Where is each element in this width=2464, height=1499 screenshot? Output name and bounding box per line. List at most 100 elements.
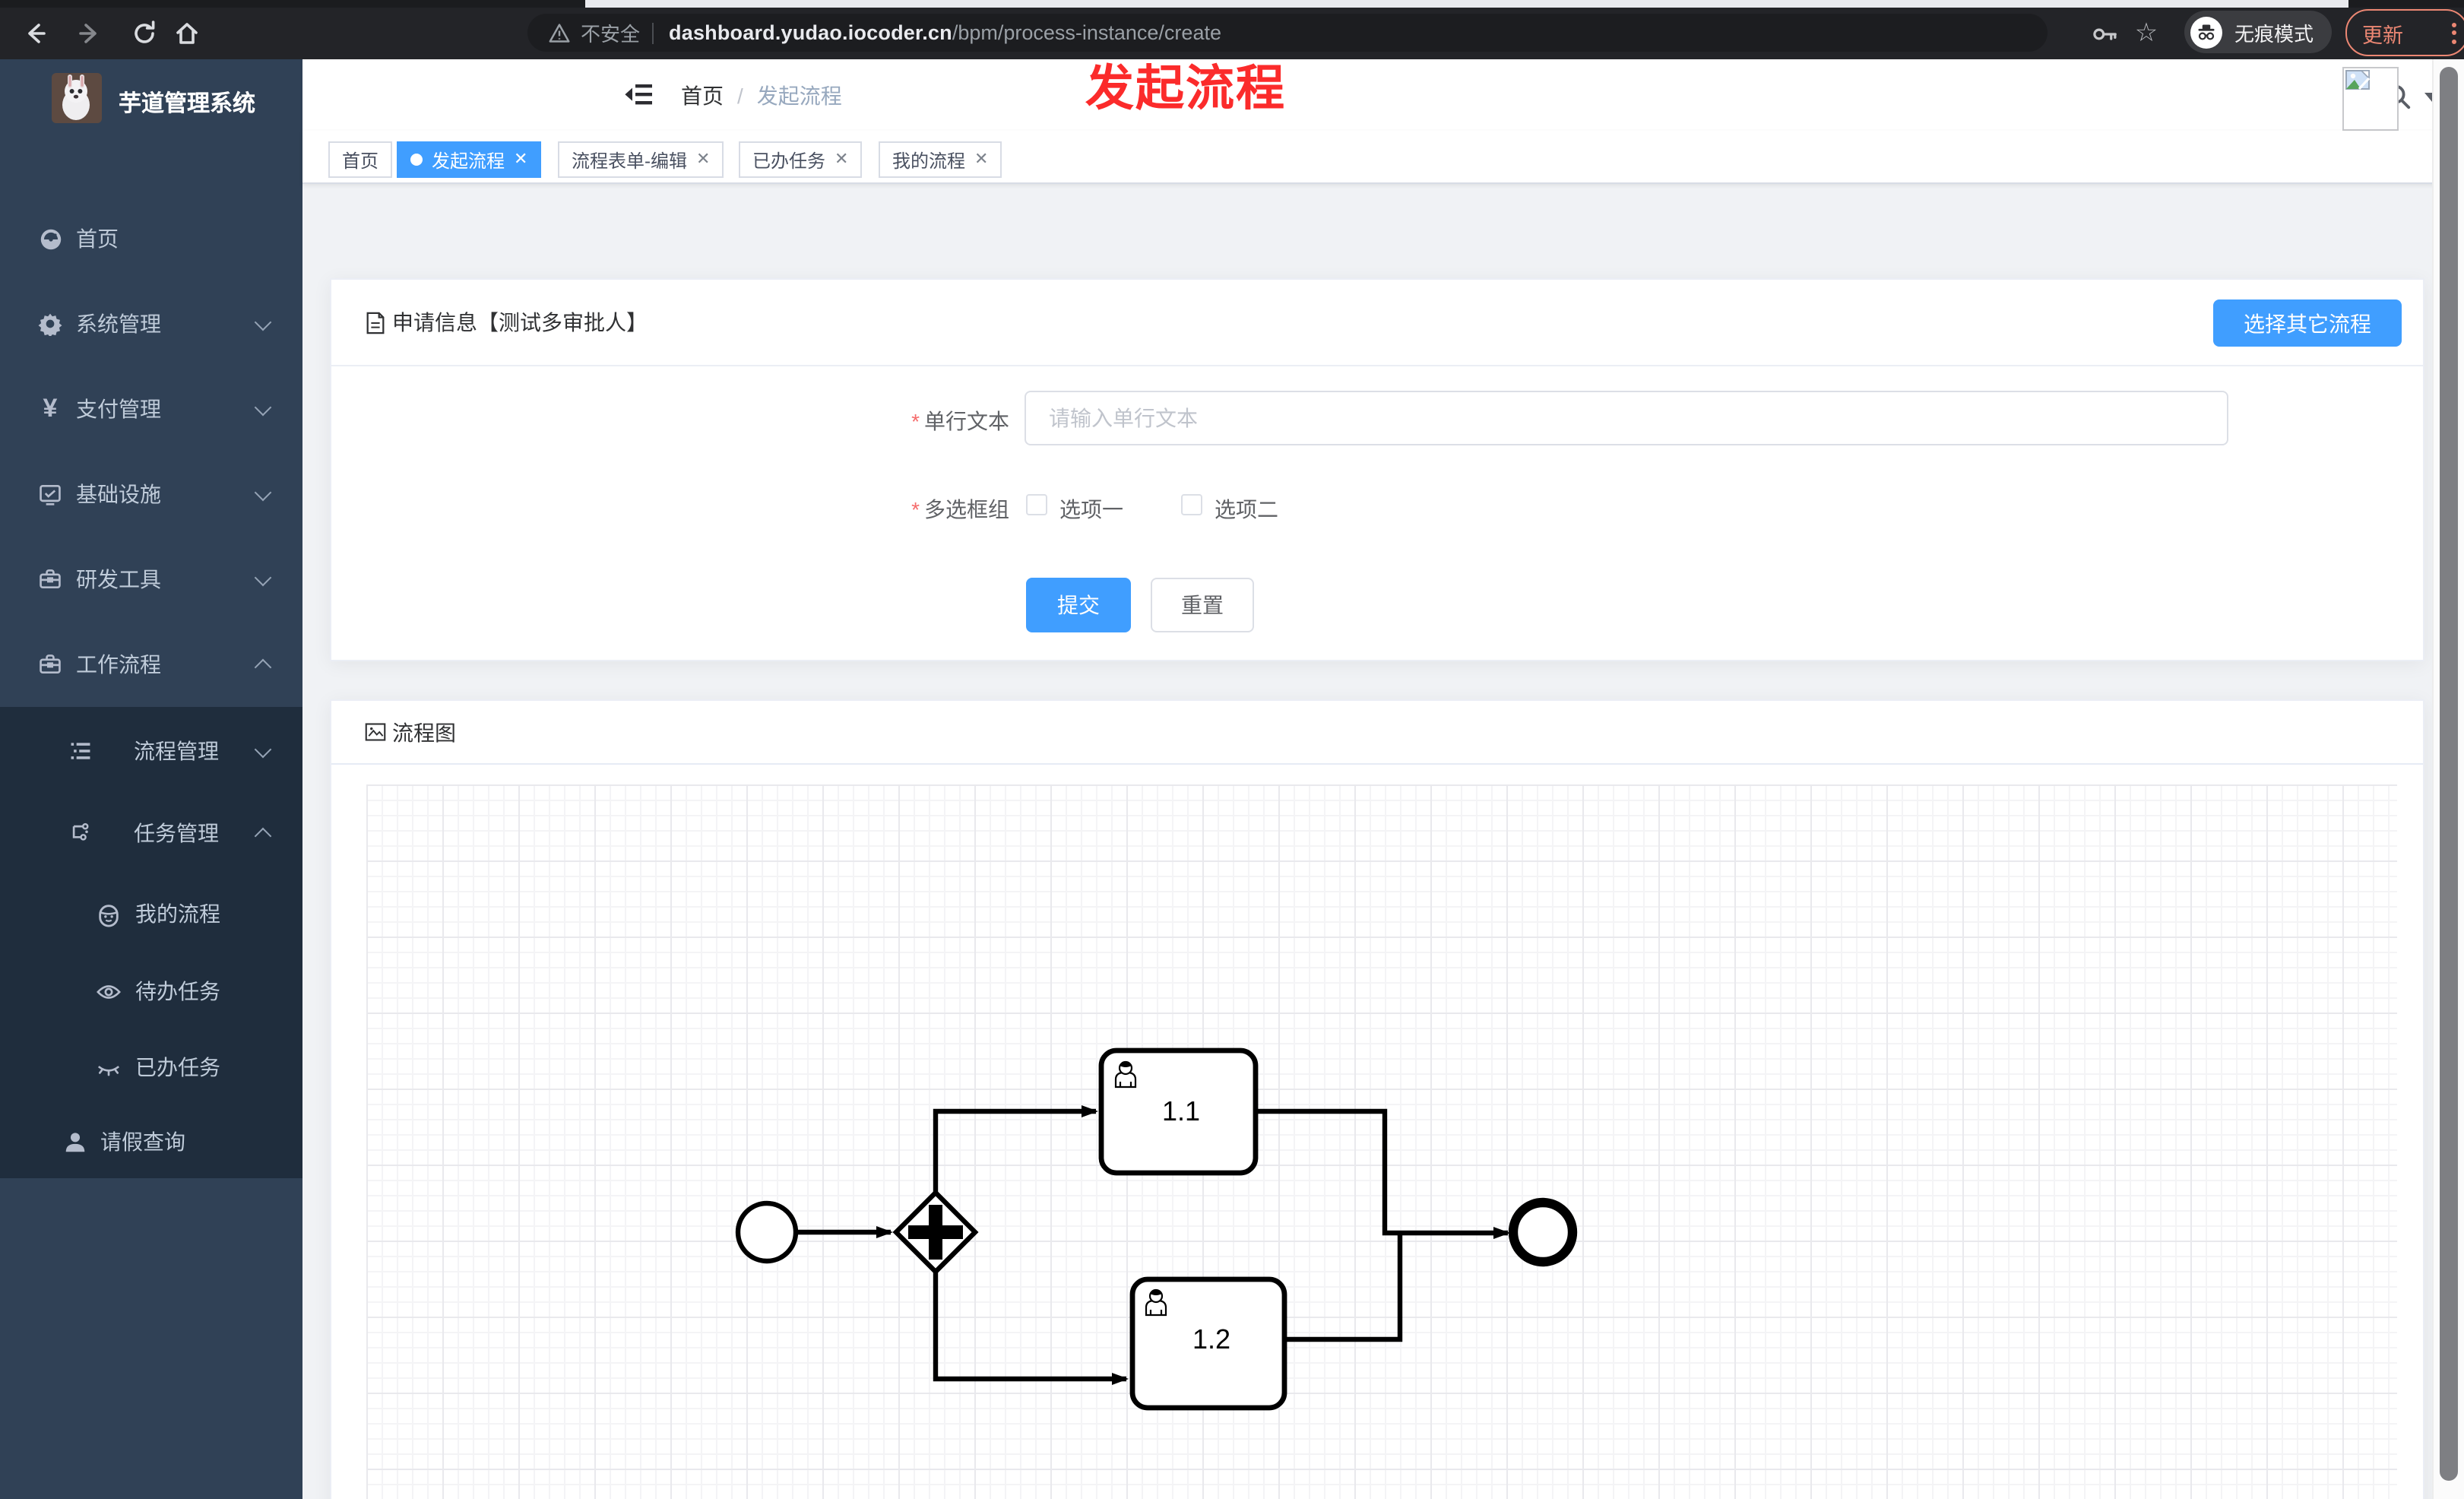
browser-home-button[interactable] [170,17,204,50]
close-icon[interactable]: ✕ [974,151,988,168]
sidebar-item-home[interactable]: 首页 [0,196,302,281]
tab-done-tasks[interactable]: 已办任务 ✕ [739,141,863,178]
checkbox-option-1-label[interactable]: 选项一 [1059,494,1123,524]
browser-update-button[interactable]: 更新 [2345,9,2464,56]
checkbox-group-label: * 多选框组 [911,497,1009,521]
sidebar-item-todo-tasks[interactable]: 待办任务 [0,953,302,1029]
yen-icon: ¥ [43,394,58,423]
sidebar-item-payment[interactable]: ¥ 支付管理 [0,366,302,452]
bpmn-parallel-gateway[interactable] [892,1189,979,1276]
address-bar[interactable]: 不安全 dashboard.yudao.iocoder.cn/bpm/proce… [527,14,2048,52]
browser-back-button[interactable] [18,17,52,50]
browser-forward-button[interactable] [73,17,106,50]
sidebar-item-process-mgmt[interactable]: 流程管理 [0,710,302,792]
browser-reload-button[interactable] [128,17,161,50]
plus-icon [929,1205,942,1260]
text-field-label: * 单行文本 [911,409,1009,433]
flow-card-title: 流程图 [392,720,456,744]
security-label: 不安全 [581,23,641,46]
single-line-text-input[interactable] [1025,391,2228,445]
tab-my-process[interactable]: 我的流程 ✕ [879,141,1002,178]
bpmn-user-task-1-2[interactable]: 1.2 [1129,1276,1287,1411]
person-icon [61,1128,88,1155]
url-host: dashboard.yudao.iocoder.cn [669,21,952,44]
dashboard-icon [36,225,64,252]
task2-label: 1.2 [1192,1323,1230,1355]
url-path: /bpm/process-instance/create [952,21,1221,44]
page-scrollbar-thumb[interactable] [2440,67,2458,1481]
password-key-button[interactable] [2087,17,2120,50]
apply-card-title: 申请信息【测试多审批人】 [392,310,648,334]
sidebar-item-label: 基础设施 [76,482,161,506]
toolbox-icon [36,566,64,593]
tree-list-icon [67,737,94,765]
sidebar-item-task-mgmt[interactable]: 任务管理 [0,792,302,874]
tab-form-edit[interactable]: 流程表单-编辑 ✕ [558,141,724,178]
choose-other-process-button[interactable]: 选择其它流程 [2213,299,2402,347]
document-icon [366,311,385,334]
sidebar-item-label: 工作流程 [76,652,161,677]
eye-icon [94,978,122,1005]
bpmn-canvas[interactable]: 1.1 1.2 [366,784,2397,1499]
tab-home[interactable]: 首页 [328,141,393,178]
incognito-icon [2190,16,2222,48]
annotation-start-process: 发起流程 [1085,61,1287,116]
required-asterisk: * [911,409,920,433]
sidebar: 芋道管理系统 首页 系统管理 ¥ 支付管理 基础设施 研发工具 工作流程 流程管… [0,59,302,1499]
tab-start-process[interactable]: 发起流程 ✕ [397,141,542,178]
bpmn-start-event[interactable] [735,1200,799,1264]
sidebar-item-infrastructure[interactable]: 基础设施 [0,452,302,537]
sidebar-logo[interactable]: 芋道管理系统 [0,59,302,144]
reset-button[interactable]: 重置 [1151,578,1254,632]
app-root: 芋道管理系统 首页 系统管理 ¥ 支付管理 基础设施 研发工具 工作流程 流程管… [0,59,2464,1499]
required-asterisk: * [911,497,920,521]
submit-button[interactable]: 提交 [1026,578,1131,632]
star-icon: ☆ [2134,18,2158,47]
sidebar-item-workflow[interactable]: 工作流程 [0,622,302,707]
sidebar-item-system[interactable]: 系统管理 [0,281,302,366]
broken-image-icon [2345,70,2370,90]
sidebar-item-done-tasks[interactable]: 已办任务 [0,1029,302,1105]
checkbox-option-1[interactable] [1026,494,1047,515]
sidebar-item-devtools[interactable]: 研发工具 [0,537,302,622]
face-icon [94,900,122,927]
breadcrumb-current: 发起流程 [756,83,842,107]
checkbox-option-2-label[interactable]: 选项二 [1215,494,1278,524]
back-icon [28,24,46,43]
chevron-down-icon [254,483,272,501]
flow-diagram-card: 流程图 1.1 1.2 [330,699,2424,1499]
sidebar-item-label: 任务管理 [134,821,219,845]
sidebar-item-label: 流程管理 [134,739,219,763]
tab-label: 我的流程 [892,150,966,171]
incognito-badge: 无痕模式 [2184,11,2333,53]
breadcrumb-home[interactable]: 首页 [681,80,724,110]
chevron-up-icon [254,658,272,676]
browser-menu-icon[interactable] [2452,22,2456,43]
update-label: 更新 [2362,24,2403,46]
search-icon [2399,98,2410,109]
chevron-down-icon [254,312,272,331]
sidebar-item-label: 我的流程 [135,902,220,926]
bookmark-star-button[interactable]: ☆ [2130,17,2163,50]
apply-info-card: 申请信息【测试多审批人】 选择其它流程 *单行文本 *多选框组 选项一 选项二 … [330,278,2424,661]
checkbox-option-2[interactable] [1181,494,1202,515]
home-icon [176,23,198,44]
bpmn-user-task-1-1[interactable]: 1.1 [1098,1047,1259,1176]
close-icon[interactable]: ✕ [696,151,710,168]
sidebar-item-leave-query[interactable]: 请假查询 [0,1105,302,1178]
chevron-down-icon [254,740,272,758]
close-icon[interactable]: ✕ [835,151,848,168]
sidebar-collapse-button[interactable] [623,79,654,109]
flow-gateway-to-task1 [933,1105,1098,1193]
breadcrumb-separator: / [737,83,743,107]
user-avatar[interactable] [2342,67,2399,131]
not-secure-icon [549,23,570,42]
breadcrumb: 首页 / 发起流程 [681,59,842,131]
bpmn-end-event[interactable] [1508,1197,1578,1267]
page-scrollbar-track[interactable] [2432,59,2464,1499]
sidebar-item-my-process[interactable]: 我的流程 [0,874,302,953]
sidebar-item-label: 请假查询 [100,1130,185,1154]
sidebar-item-label: 研发工具 [76,567,161,591]
flow-gateway-to-task2 [933,1272,1129,1385]
close-icon[interactable]: ✕ [514,151,527,168]
